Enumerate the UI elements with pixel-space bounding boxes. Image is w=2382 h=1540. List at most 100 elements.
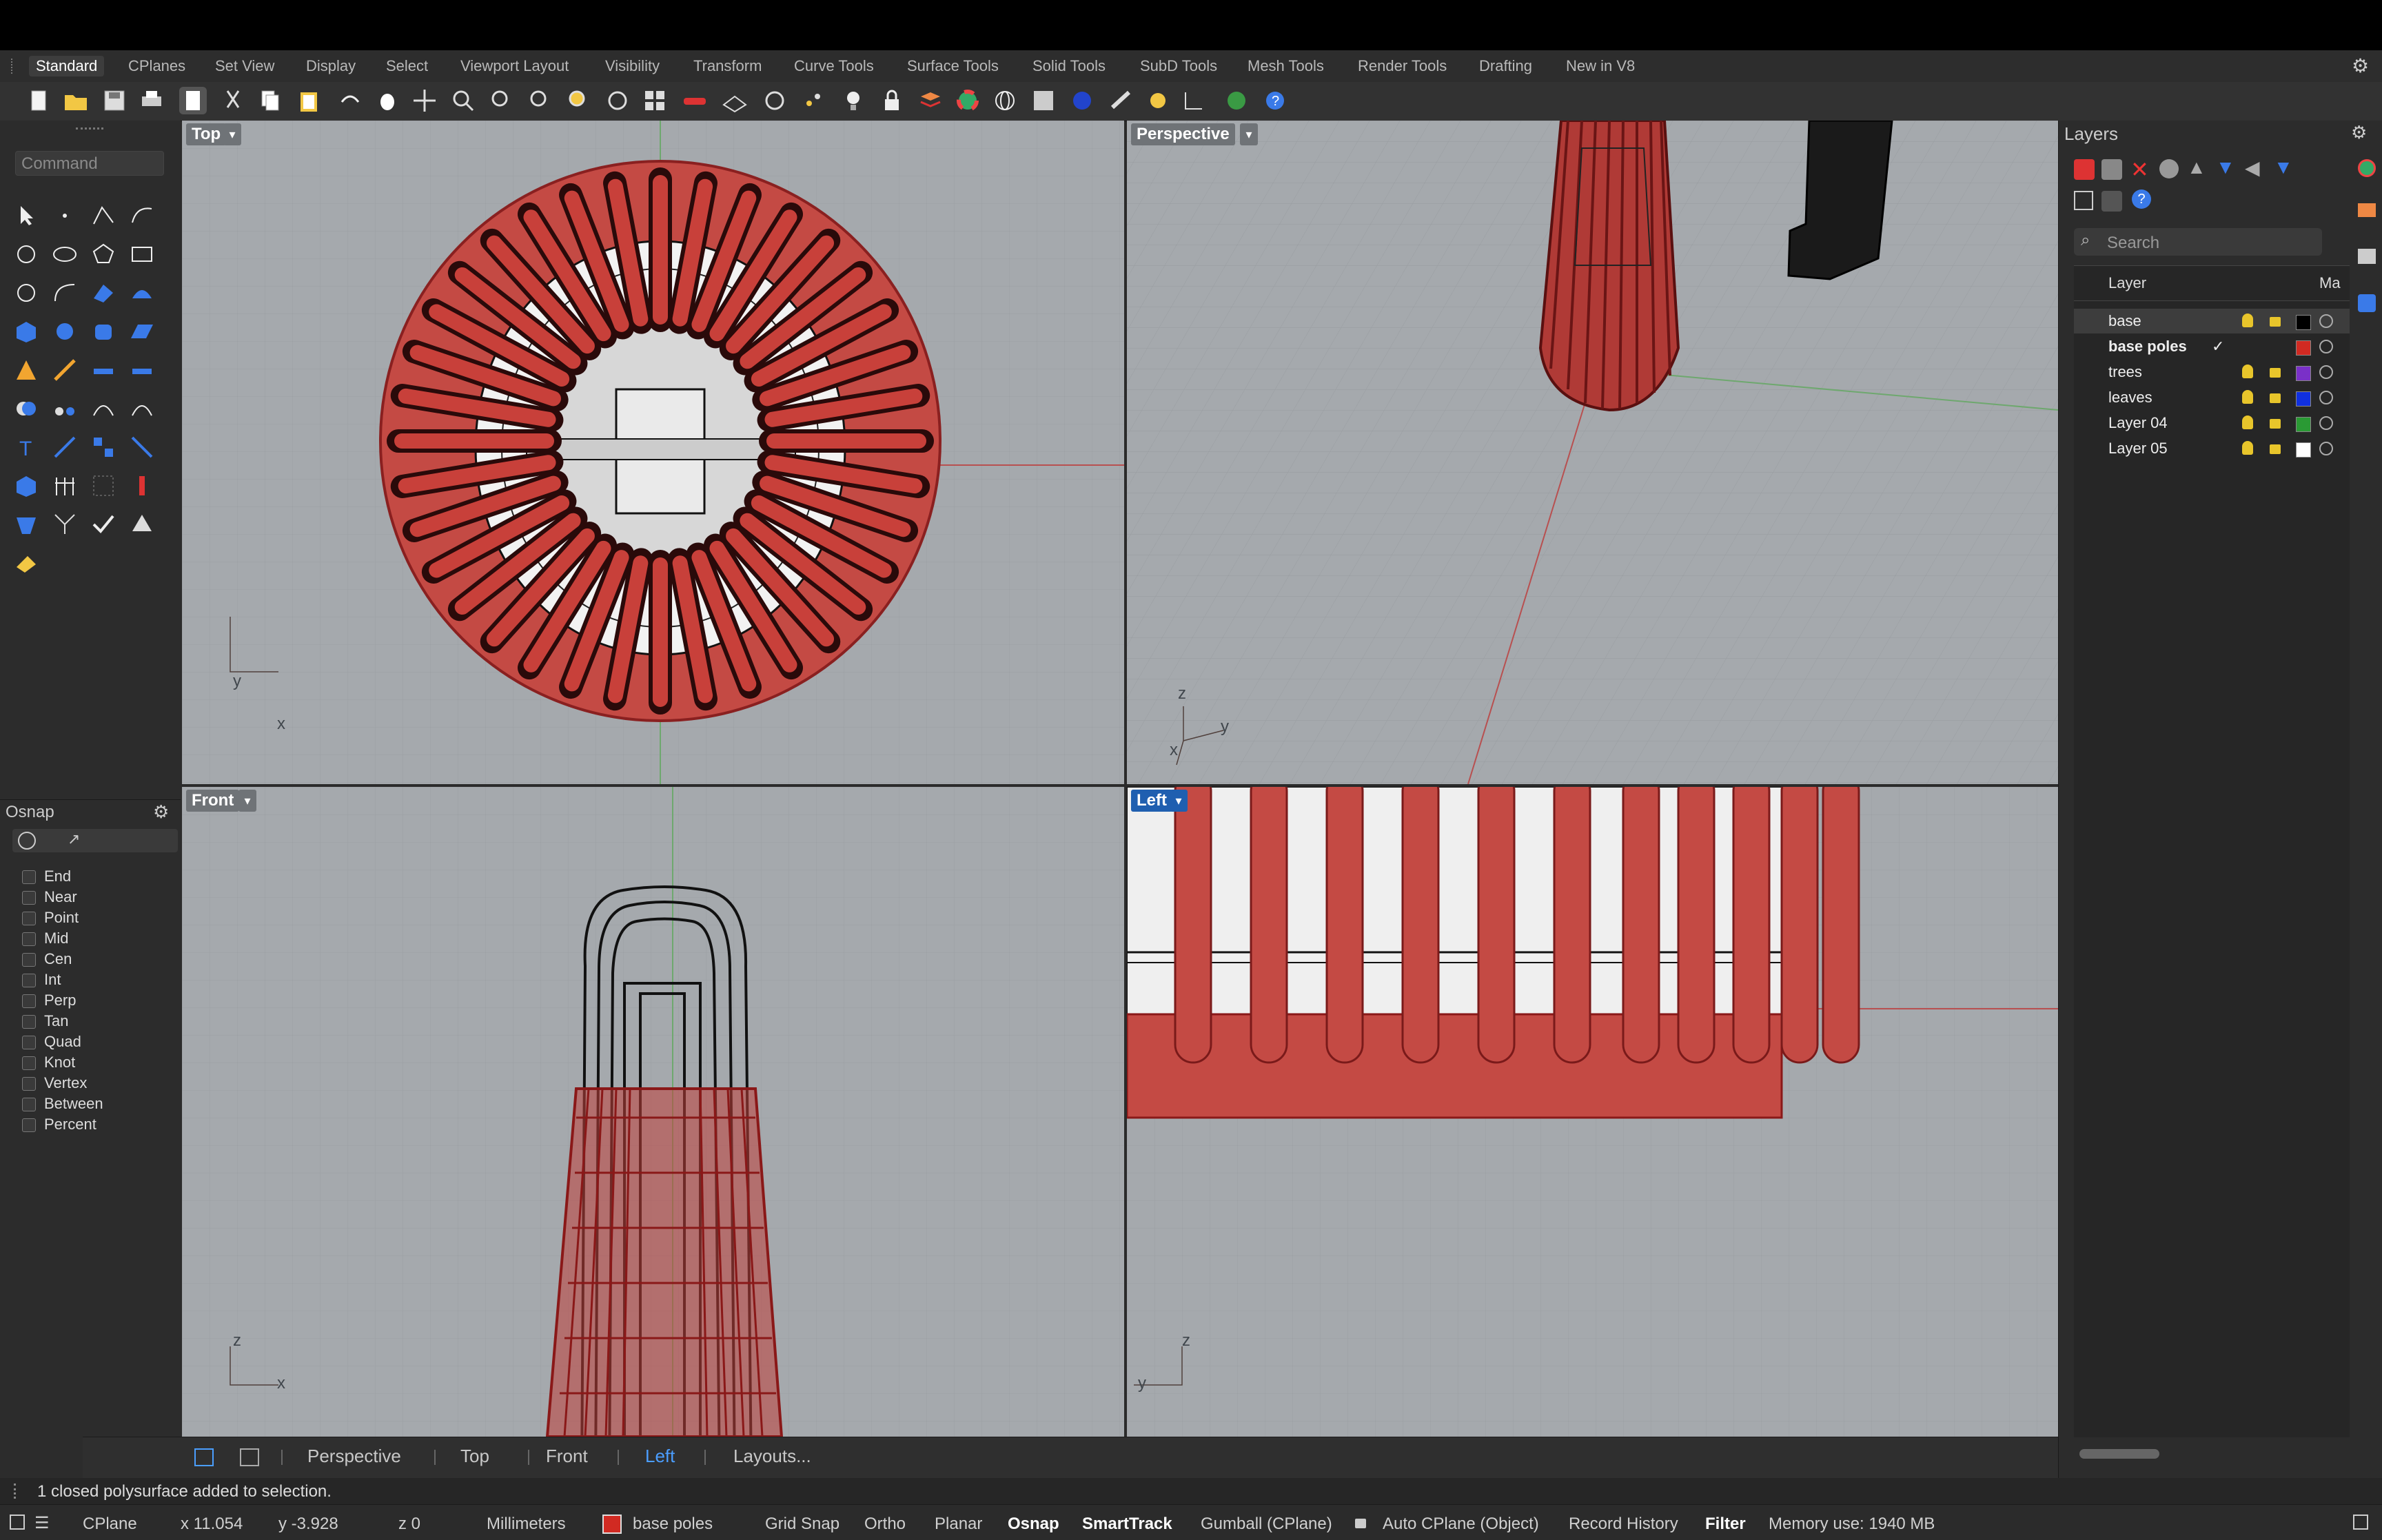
- scale-icon[interactable]: [51, 433, 79, 461]
- wireframe-sphere-icon[interactable]: [991, 87, 1019, 114]
- filter-toggle[interactable]: Filter: [1705, 1515, 1746, 1534]
- zoom-selected-icon[interactable]: [565, 87, 593, 114]
- subd-icon[interactable]: [51, 511, 79, 538]
- tab-left[interactable]: Left: [645, 1446, 675, 1467]
- osnap-int[interactable]: Int: [22, 971, 61, 990]
- layer-color-swatch[interactable]: [2296, 340, 2311, 356]
- gear-icon[interactable]: ⚙: [2352, 54, 2369, 77]
- checkbox[interactable]: [22, 1077, 36, 1091]
- list-icon[interactable]: ☰: [34, 1513, 50, 1533]
- checkbox[interactable]: [22, 994, 36, 1009]
- layer-row[interactable]: trees: [2074, 360, 2350, 384]
- osnap-curve-icon[interactable]: ↗: [68, 830, 80, 848]
- tab-cplanes[interactable]: CPlanes: [121, 56, 192, 76]
- material-icon[interactable]: [2319, 416, 2333, 430]
- auto-cplane-toggle[interactable]: Auto CPlane (Object): [1383, 1515, 1539, 1534]
- checkbox[interactable]: [22, 1036, 36, 1050]
- column-header-material[interactable]: Ma: [2319, 274, 2341, 292]
- ortho-toggle[interactable]: Ortho: [864, 1515, 906, 1534]
- save-icon[interactable]: [101, 87, 128, 114]
- point-icon[interactable]: [51, 202, 79, 229]
- chevron-down-icon[interactable]: ▾: [1170, 790, 1188, 812]
- layer-color-swatch[interactable]: [2296, 315, 2311, 330]
- osnap-point[interactable]: Point: [22, 909, 79, 928]
- checkbox[interactable]: [22, 912, 36, 926]
- lock-icon[interactable]: [2270, 419, 2281, 429]
- checkbox[interactable]: [22, 953, 36, 967]
- help-panel-icon[interactable]: [2358, 294, 2376, 312]
- cylinder-icon[interactable]: [90, 318, 117, 345]
- checkbox[interactable]: [22, 1118, 36, 1133]
- mesh-icon[interactable]: [12, 511, 40, 538]
- curve-icon[interactable]: [128, 202, 156, 229]
- loft-icon[interactable]: [128, 279, 156, 307]
- rotate-icon[interactable]: [128, 395, 156, 422]
- viewport-front[interactable]: z x Front ▾: [182, 787, 1124, 1437]
- eraser-icon[interactable]: [12, 549, 40, 577]
- new-sublayer-icon[interactable]: [2101, 159, 2122, 180]
- osnap-gear-icon[interactable]: ⚙: [153, 801, 169, 823]
- rendered-sphere-icon[interactable]: [1068, 87, 1096, 114]
- properties-panel-icon[interactable]: [2358, 249, 2376, 264]
- visibility-bulb-icon[interactable]: [2242, 415, 2253, 429]
- layer-row[interactable]: base: [2074, 309, 2350, 333]
- boolean-icon[interactable]: [12, 395, 40, 422]
- solid-box-icon[interactable]: [12, 472, 40, 500]
- osnap-object-icon[interactable]: [18, 832, 36, 850]
- rotate-view-icon[interactable]: [411, 87, 438, 114]
- layer-row[interactable]: leaves: [2074, 385, 2350, 410]
- checkbox[interactable]: [22, 932, 36, 947]
- circle-icon[interactable]: [12, 240, 40, 268]
- undo-icon[interactable]: [336, 87, 364, 114]
- ellipse-icon[interactable]: [51, 240, 79, 268]
- gumball-toggle[interactable]: Gumball (CPlane): [1201, 1515, 1332, 1534]
- select-points-icon[interactable]: [800, 87, 827, 114]
- checkbox[interactable]: [22, 1056, 36, 1071]
- new-file-icon[interactable]: [25, 87, 52, 114]
- help-icon[interactable]: ?: [2132, 189, 2151, 209]
- osnap-tan[interactable]: Tan: [22, 1012, 68, 1031]
- arc-icon[interactable]: [90, 395, 117, 422]
- polyline-icon[interactable]: [90, 202, 117, 229]
- current-layer-swatch[interactable]: [602, 1515, 622, 1534]
- tab-front[interactable]: Front: [546, 1446, 588, 1467]
- material-icon[interactable]: [2319, 365, 2333, 379]
- cut-icon[interactable]: [219, 87, 247, 114]
- panel-toggle-icon[interactable]: [10, 1515, 25, 1530]
- rectangle-icon[interactable]: [128, 240, 156, 268]
- grip-handle[interactable]: [11, 59, 17, 74]
- chevron-down-icon[interactable]: ▾: [238, 790, 256, 812]
- layer-filter-icon[interactable]: [2159, 159, 2179, 178]
- lock-icon[interactable]: [2270, 317, 2281, 327]
- cplane-label[interactable]: CPlane: [83, 1515, 137, 1534]
- color-panel-icon[interactable]: [2358, 159, 2376, 177]
- smarttrack-toggle[interactable]: SmartTrack: [1082, 1515, 1172, 1534]
- material-icon[interactable]: [2319, 391, 2333, 404]
- layers-panel-icon[interactable]: [2358, 203, 2376, 217]
- osnap-cen[interactable]: Cen: [22, 950, 72, 969]
- command-input[interactable]: Command: [15, 151, 164, 176]
- chevron-down-icon[interactable]: ▾: [223, 123, 241, 145]
- viewport-title[interactable]: Left: [1131, 790, 1172, 812]
- new-layer-icon[interactable]: [2074, 159, 2095, 180]
- layers-gear-icon[interactable]: ⚙: [2351, 122, 2367, 143]
- named-view-icon[interactable]: [761, 87, 788, 114]
- box-icon[interactable]: [12, 318, 40, 345]
- visibility-bulb-icon[interactable]: [2242, 390, 2253, 404]
- osnap-near[interactable]: Near: [22, 888, 77, 907]
- tab-surface-tools[interactable]: Surface Tools: [900, 56, 1006, 76]
- sphere-icon[interactable]: [51, 318, 79, 345]
- tab-subd-tools[interactable]: SubD Tools: [1133, 56, 1224, 76]
- viewport-top[interactable]: y x Top ▾: [182, 121, 1124, 784]
- print-icon[interactable]: [138, 87, 165, 114]
- polygon-icon[interactable]: [90, 240, 117, 268]
- tab-set-view[interactable]: Set View: [208, 56, 281, 76]
- four-view-icon[interactable]: [641, 87, 669, 114]
- drag-handle[interactable]: [14, 1483, 19, 1499]
- osnap-knot[interactable]: Knot: [22, 1054, 75, 1073]
- units[interactable]: Millimeters: [487, 1515, 566, 1534]
- analyze-icon[interactable]: [128, 511, 156, 538]
- tab-perspective[interactable]: Perspective: [307, 1446, 401, 1467]
- tab-layouts[interactable]: Layouts...: [733, 1446, 811, 1467]
- array-icon[interactable]: [90, 433, 117, 461]
